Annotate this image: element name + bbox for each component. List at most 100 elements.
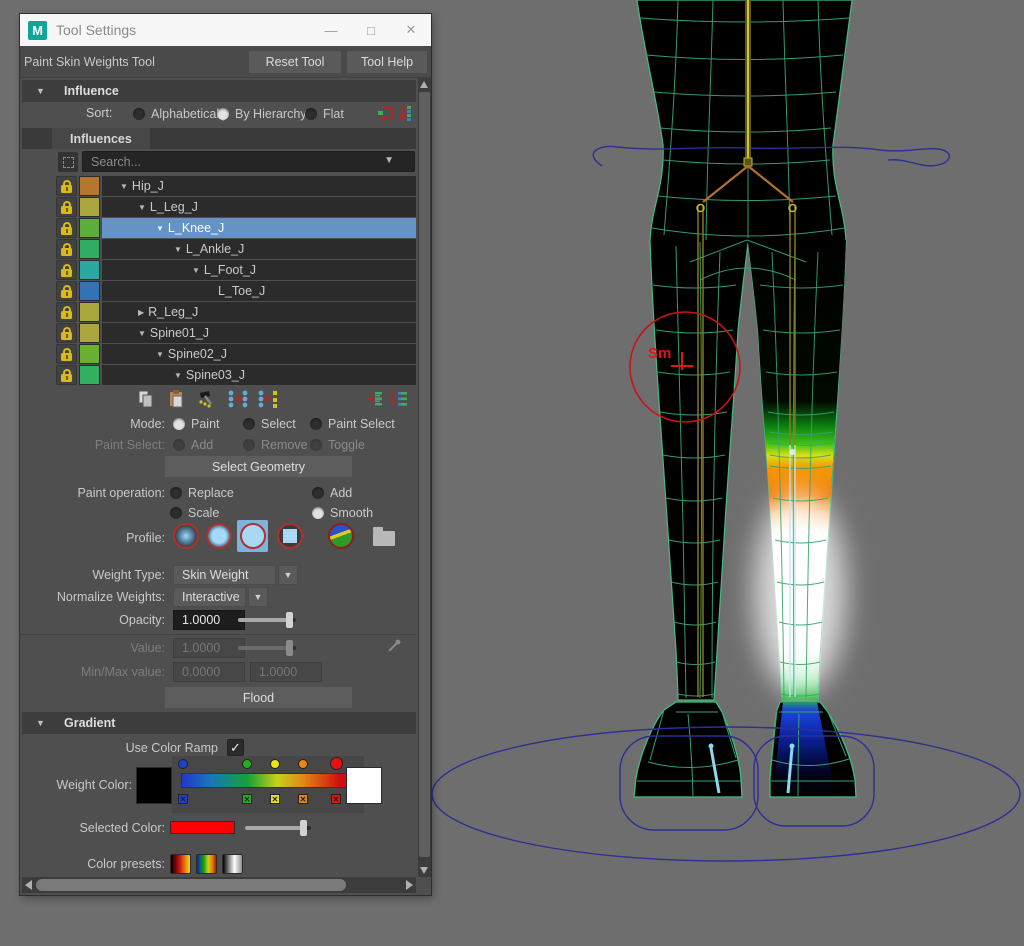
use-color-ramp-checkbox[interactable]: ✓ — [227, 739, 244, 756]
influence-row-r-leg[interactable]: ▶R_Leg_J — [56, 302, 416, 322]
influence-row-l-toe[interactable]: L_Toe_J — [56, 281, 416, 301]
lock-icon[interactable] — [56, 323, 77, 343]
color-ramp-widget[interactable]: ✕ ✕ ✕ ✕ ✕ — [172, 756, 364, 813]
lock-icon[interactable] — [56, 302, 77, 322]
lock-icon[interactable] — [56, 260, 77, 280]
preset-black-red-yellow[interactable] — [170, 854, 191, 874]
refresh-influences-icon[interactable] — [378, 105, 395, 125]
normalize-weights-dropdown[interactable]: Interactive — [173, 587, 246, 607]
brush-solid-button-selected[interactable] — [237, 520, 268, 552]
weight-list-icon[interactable] — [388, 388, 412, 410]
chevron-down-icon[interactable]: ▼ — [248, 587, 268, 607]
paint-select-toggle-radio[interactable]: Toggle — [310, 437, 365, 452]
color-ramp-gradient-bar[interactable] — [181, 773, 347, 788]
joint-color-swatch[interactable] — [79, 302, 100, 322]
ramp-interp-red[interactable]: ✕ — [331, 794, 341, 804]
ramp-interp-yellow[interactable]: ✕ — [270, 794, 280, 804]
opacity-input[interactable]: 1.0000 — [173, 610, 245, 630]
paintop-replace-radio[interactable]: Replace — [170, 485, 234, 500]
ramp-handle-orange[interactable] — [298, 759, 308, 769]
search-input[interactable] — [82, 151, 415, 172]
joint-color-swatch[interactable] — [79, 239, 100, 259]
ramp-handle-red-selected[interactable] — [330, 757, 343, 770]
select-marquee-icon[interactable] — [58, 152, 78, 172]
lock-icon[interactable] — [56, 365, 77, 385]
mode-paint-radio[interactable]: Paint — [173, 416, 220, 431]
gradient-section-header[interactable]: ▼ Gradient — [22, 712, 416, 734]
hammer-weights-icon[interactable] — [194, 388, 218, 410]
scroll-left-icon[interactable] — [25, 880, 32, 890]
weight-color-end-swatch[interactable] — [346, 767, 382, 804]
scroll-right-icon[interactable] — [406, 880, 413, 890]
weight-color-start-swatch[interactable] — [136, 767, 172, 804]
ramp-interp-orange[interactable]: ✕ — [298, 794, 308, 804]
max-value-input[interactable]: 1.0000 — [250, 662, 322, 682]
selected-color-slider[interactable] — [245, 826, 311, 830]
lock-icon[interactable] — [56, 239, 77, 259]
preset-grayscale[interactable] — [222, 854, 243, 874]
ramp-handle-yellow[interactable] — [270, 759, 280, 769]
paintop-smooth-radio[interactable]: Smooth — [312, 505, 373, 520]
paint-select-add-radio[interactable]: Add — [173, 437, 213, 452]
lock-icon[interactable] — [56, 176, 77, 196]
joint-color-swatch[interactable] — [79, 218, 100, 238]
influence-row-l-foot[interactable]: ▼L_Foot_J — [56, 260, 416, 280]
chevron-down-icon[interactable]: ▼ — [278, 565, 298, 585]
brush-image-stamp-button[interactable] — [325, 520, 356, 552]
close-button[interactable]: ✕ — [391, 14, 431, 46]
influence-row-spine01[interactable]: ▼Spine01_J — [56, 323, 416, 343]
paintop-scale-radio[interactable]: Scale — [170, 505, 219, 520]
mode-select-radio[interactable]: Select — [243, 416, 296, 431]
eyedropper-icon[interactable] — [386, 638, 402, 657]
influence-row-hip[interactable]: ▼Hip_J — [56, 176, 416, 196]
joint-color-swatch[interactable] — [79, 344, 100, 364]
mode-paint-select-radio[interactable]: Paint Select — [310, 416, 395, 431]
joint-color-swatch[interactable] — [79, 323, 100, 343]
preset-rainbow[interactable] — [196, 854, 217, 874]
scroll-up-icon[interactable] — [420, 81, 428, 88]
select-geometry-button[interactable]: Select Geometry — [164, 455, 353, 478]
window-titlebar[interactable]: M Tool Settings — □ ✕ — [20, 14, 431, 46]
influence-row-spine02[interactable]: ▼Spine02_J — [56, 344, 416, 364]
minimize-button[interactable]: — — [311, 14, 351, 46]
move-weights-selected-icon[interactable] — [256, 388, 280, 410]
paint-select-remove-radio[interactable]: Remove — [243, 437, 308, 452]
selected-color-swatch[interactable] — [170, 821, 235, 834]
influence-section-header[interactable]: ▼ Influence — [22, 80, 416, 102]
prune-weights-icon[interactable] — [364, 388, 388, 410]
opacity-slider[interactable] — [238, 618, 296, 622]
sort-by-hierarchy-radio[interactable]: By Hierarchy — [217, 106, 307, 121]
value-slider[interactable] — [238, 646, 296, 650]
value-input[interactable]: 1.0000 — [173, 638, 245, 658]
joint-color-swatch[interactable] — [79, 176, 100, 196]
lock-icon[interactable] — [56, 281, 77, 301]
joint-color-swatch[interactable] — [79, 281, 100, 301]
sort-alphabetically-radio[interactable]: Alphabetically — [133, 106, 228, 121]
vertical-scroll-thumb[interactable] — [419, 92, 430, 857]
influence-row-l-leg[interactable]: ▼L_Leg_J — [56, 197, 416, 217]
sort-flat-radio[interactable]: Flat — [305, 106, 344, 121]
maximize-button[interactable]: □ — [351, 14, 391, 46]
copy-weights-icon[interactable] — [134, 388, 158, 410]
brush-gaussian-button[interactable] — [170, 520, 201, 552]
scroll-down-icon[interactable] — [420, 867, 428, 874]
tab-influences[interactable]: Influences — [52, 128, 150, 149]
min-value-input[interactable]: 0.0000 — [173, 662, 245, 682]
browse-stamps-folder-icon[interactable] — [368, 520, 399, 552]
influence-row-l-ankle[interactable]: ▼L_Ankle_J — [56, 239, 416, 259]
ramp-interp-green[interactable]: ✕ — [242, 794, 252, 804]
paintop-add-radio[interactable]: Add — [312, 485, 352, 500]
influence-row-spine03[interactable]: ▼Spine03_J — [56, 365, 416, 385]
horizontal-scroll-thumb[interactable] — [36, 879, 346, 891]
paste-weights-icon[interactable] — [164, 388, 188, 410]
ramp-interp-blue[interactable]: ✕ — [178, 794, 188, 804]
vertical-scrollbar[interactable] — [418, 78, 431, 877]
brush-soft-button[interactable] — [203, 520, 234, 552]
horizontal-scrollbar[interactable] — [22, 877, 416, 893]
joint-color-swatch[interactable] — [79, 260, 100, 280]
flood-button[interactable]: Flood — [164, 686, 353, 709]
influence-row-l-knee-selected[interactable]: ▼L_Knee_J — [56, 218, 416, 238]
brush-square-button[interactable] — [274, 520, 305, 552]
move-weights-icon[interactable] — [226, 388, 250, 410]
lock-icon[interactable] — [56, 197, 77, 217]
